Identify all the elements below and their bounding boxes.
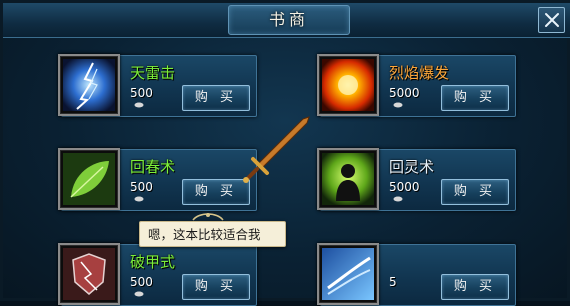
- skill-price: 500: [130, 86, 153, 100]
- silver-coin-icon: [134, 102, 144, 108]
- close-button[interactable]: [538, 7, 565, 33]
- buy-button[interactable]: 购 买: [182, 179, 250, 205]
- skill-card-pojiashi: 破甲式 500 购 买: [58, 243, 257, 306]
- skill-name: 回灵术: [389, 158, 435, 176]
- skill-card-lieyanbaofa: 烈焰爆发 5000 购 买: [317, 54, 516, 117]
- close-icon: [545, 13, 559, 27]
- skill-card-huichunshu: 回春术 500 购 买: [58, 148, 257, 211]
- buy-button[interactable]: 购 买: [441, 274, 509, 300]
- skill-price: 500: [130, 275, 153, 289]
- skill-icon-frame: [58, 243, 120, 305]
- buy-button[interactable]: 购 买: [441, 85, 509, 111]
- skill-price: 5: [389, 275, 397, 289]
- skill-price: 500: [130, 180, 153, 194]
- skill-card-partial: 5 购 买: [317, 243, 516, 306]
- silver-coin-icon: [134, 291, 144, 297]
- sword-cursor-icon: [243, 116, 310, 183]
- silver-coin-icon: [393, 196, 403, 202]
- spirit-silhouette-icon: [322, 153, 374, 205]
- buy-button[interactable]: 购 买: [441, 179, 509, 205]
- skill-price: 5000: [389, 180, 420, 194]
- skill-name: 回春术: [130, 158, 176, 176]
- buy-button[interactable]: 购 买: [182, 274, 250, 300]
- skill-card-huilingshu: 回灵术 5000 购 买: [317, 148, 516, 211]
- buy-button[interactable]: 购 买: [182, 85, 250, 111]
- title-bar: 书商: [3, 3, 570, 38]
- skill-icon-frame: [58, 148, 120, 210]
- armor-break-icon: [63, 248, 115, 300]
- title-plate: 书商: [228, 5, 350, 35]
- lightning-icon: [63, 59, 115, 111]
- skill-name: 烈焰爆发: [389, 64, 450, 82]
- skill-card-tianleiji: 天雷击 500 购 买: [58, 54, 257, 117]
- skill-icon-frame: [317, 243, 379, 305]
- silver-coin-icon: [134, 196, 144, 202]
- bookseller-window: 书商 天雷击 500 购 买 烈焰爆发 5000 购 买 回春术 500 购 买…: [0, 0, 570, 306]
- skill-price: 5000: [389, 86, 420, 100]
- skill-icon-frame: [317, 148, 379, 210]
- skill-icon-frame: [58, 54, 120, 116]
- skill-icon-frame: [317, 54, 379, 116]
- window-title: 书商: [268, 10, 309, 29]
- silver-coin-icon: [393, 102, 403, 108]
- skill-name: 天雷击: [130, 64, 176, 82]
- wind-slash-icon: [322, 248, 374, 300]
- leaf-icon: [63, 153, 115, 205]
- skill-name: 破甲式: [130, 253, 176, 271]
- speech-tooltip: 嗯，这本比较适合我: [139, 221, 286, 247]
- flame-burst-icon: [322, 59, 374, 111]
